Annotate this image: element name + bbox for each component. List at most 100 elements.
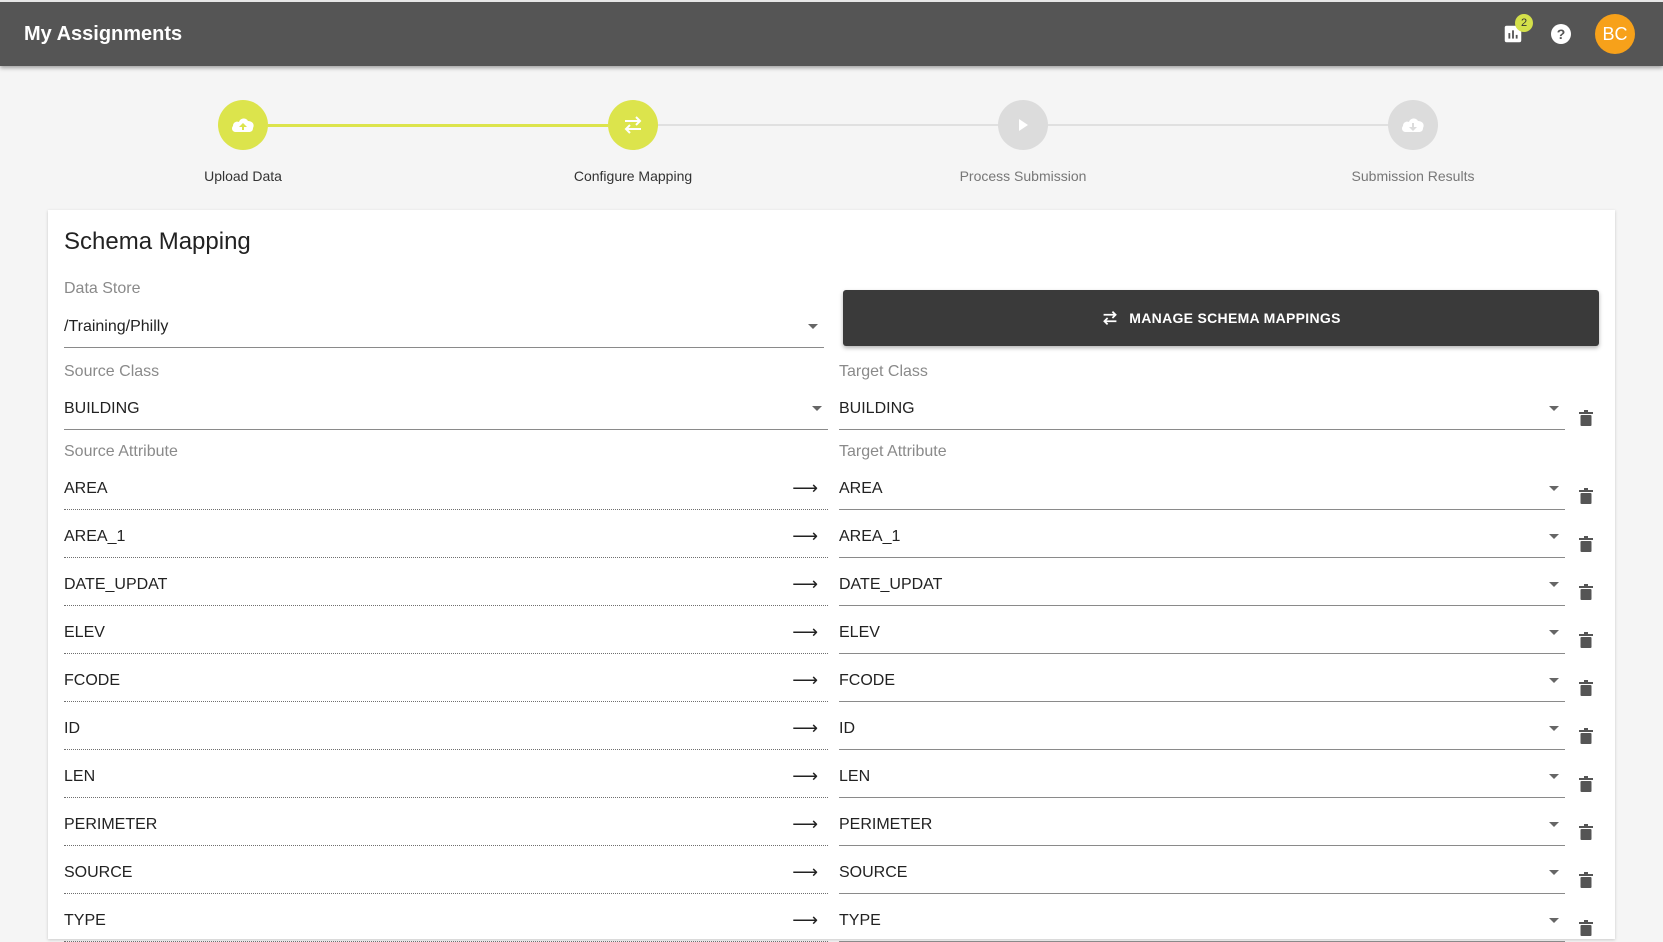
source-attribute-value: AREA_1 [64, 527, 126, 545]
target-attribute-select[interactable]: LEN [839, 756, 1565, 798]
target-attribute-select[interactable]: ID [839, 708, 1565, 750]
chevron-down-icon [1549, 406, 1559, 411]
source-attribute-value: PERIMETER [64, 815, 158, 833]
delete-mapping-button[interactable] [1574, 628, 1598, 652]
target-attribute-select[interactable]: AREA [839, 468, 1565, 510]
source-attribute-value: TYPE [64, 911, 106, 929]
arrow-right-icon: ⟶ [792, 622, 818, 642]
trash-icon [1579, 536, 1593, 552]
delete-mapping-button[interactable] [1574, 676, 1598, 700]
step-submission-results[interactable]: Submission Results [1313, 100, 1513, 184]
target-attribute-value: LEN [839, 767, 871, 785]
target-attribute-select[interactable]: TYPE [839, 900, 1565, 942]
chevron-down-icon [1549, 774, 1559, 779]
data-store-select[interactable]: /Training/Philly [64, 306, 824, 348]
cloud-download-icon [1402, 118, 1424, 132]
step-configure-mapping[interactable]: Configure Mapping [533, 100, 733, 184]
target-class-label: Target Class [839, 363, 928, 380]
user-avatar[interactable]: BC [1595, 14, 1635, 54]
target-attribute-select[interactable]: PERIMETER [839, 804, 1565, 846]
source-attribute-field: ELEV ⟶ [64, 612, 828, 654]
data-store-value: /Training/Philly [64, 317, 169, 335]
step-label: Configure Mapping [573, 168, 693, 184]
target-attribute-select[interactable]: ELEV [839, 612, 1565, 654]
target-class-select[interactable]: BUILDING [839, 388, 1565, 430]
delete-mapping-button[interactable] [1574, 580, 1598, 604]
target-attribute-value: AREA [839, 479, 883, 497]
trash-icon [1579, 632, 1593, 648]
target-attribute-label: Target Attribute [839, 443, 947, 460]
target-attribute-value: DATE_UPDAT [839, 575, 943, 593]
delete-mapping-button[interactable] [1574, 820, 1598, 844]
chevron-down-icon [1549, 534, 1559, 539]
svg-text:?: ? [1557, 26, 1566, 42]
source-attribute-value: ID [64, 719, 80, 737]
source-class-select[interactable]: BUILDING [64, 388, 828, 430]
trash-icon [1579, 584, 1593, 600]
help-button[interactable]: ? [1543, 16, 1579, 52]
chevron-down-icon [1549, 726, 1559, 731]
target-attribute-select[interactable]: SOURCE [839, 852, 1565, 894]
source-attribute-field: LEN ⟶ [64, 756, 828, 798]
chevron-down-icon [1549, 918, 1559, 923]
data-store-label: Data Store [64, 280, 141, 297]
source-attribute-field: PERIMETER ⟶ [64, 804, 828, 846]
source-attribute-value: SOURCE [64, 863, 133, 881]
delete-mapping-button[interactable] [1574, 772, 1598, 796]
source-attribute-field: AREA_1 ⟶ [64, 516, 828, 558]
step-upload-data[interactable]: Upload Data [143, 100, 343, 184]
source-attribute-label: Source Attribute [64, 443, 178, 460]
delete-mapping-button[interactable] [1574, 532, 1598, 556]
target-attribute-value: FCODE [839, 671, 895, 689]
step-process-submission[interactable]: Process Submission [923, 100, 1123, 184]
chevron-down-icon [1549, 822, 1559, 827]
step-label: Process Submission [959, 168, 1087, 184]
chevron-down-icon [1549, 582, 1559, 587]
help-icon: ? [1551, 24, 1571, 44]
app-title: My Assignments [24, 22, 183, 45]
source-attribute-value: LEN [64, 767, 96, 785]
source-attribute-value: AREA [64, 479, 108, 497]
target-attribute-value: PERIMETER [839, 815, 933, 833]
chevron-down-icon [1549, 678, 1559, 683]
manage-button-label: MANAGE SCHEMA MAPPINGS [1129, 310, 1341, 326]
header-actions: 2 ? BC [1483, 2, 1635, 66]
delete-class-button[interactable] [1574, 406, 1598, 430]
report-button[interactable]: 2 [1495, 14, 1533, 52]
target-attribute-select[interactable]: AREA_1 [839, 516, 1565, 558]
progress-stepper: Upload Data Configure Mapping Process Su… [0, 66, 1663, 206]
delete-mapping-button[interactable] [1574, 916, 1598, 940]
arrow-right-icon: ⟶ [792, 670, 818, 690]
source-attribute-field: DATE_UPDAT ⟶ [64, 564, 828, 606]
source-attribute-field: ID ⟶ [64, 708, 828, 750]
arrow-right-icon: ⟶ [792, 574, 818, 594]
notification-badge: 2 [1515, 14, 1533, 32]
target-attribute-value: ELEV [839, 623, 880, 641]
chevron-down-icon [1549, 486, 1559, 491]
arrow-right-icon: ⟶ [792, 814, 818, 834]
target-attribute-value: SOURCE [839, 863, 908, 881]
swap-icon [1103, 310, 1118, 326]
trash-icon [1579, 824, 1593, 840]
play-icon [1019, 119, 1028, 131]
arrow-right-icon: ⟶ [792, 478, 818, 498]
target-attribute-value: ID [839, 719, 855, 737]
step-circle [998, 100, 1048, 150]
arrow-right-icon: ⟶ [792, 766, 818, 786]
manage-schema-mappings-button[interactable]: MANAGE SCHEMA MAPPINGS [843, 290, 1599, 346]
arrow-right-icon: ⟶ [792, 862, 818, 882]
source-attribute-field: SOURCE ⟶ [64, 852, 828, 894]
app-header: My Assignments 2 ? BC [0, 0, 1663, 66]
delete-mapping-button[interactable] [1574, 484, 1598, 508]
cloud-upload-icon [232, 118, 254, 132]
source-attribute-field: AREA ⟶ [64, 468, 828, 510]
step-label: Upload Data [204, 168, 282, 184]
chevron-down-icon [812, 406, 822, 411]
delete-mapping-button[interactable] [1574, 724, 1598, 748]
source-attribute-value: ELEV [64, 623, 105, 641]
delete-mapping-button[interactable] [1574, 868, 1598, 892]
target-attribute-select[interactable]: DATE_UPDAT [839, 564, 1565, 606]
trash-icon [1579, 680, 1593, 696]
trash-icon [1579, 920, 1593, 936]
target-attribute-select[interactable]: FCODE [839, 660, 1565, 702]
